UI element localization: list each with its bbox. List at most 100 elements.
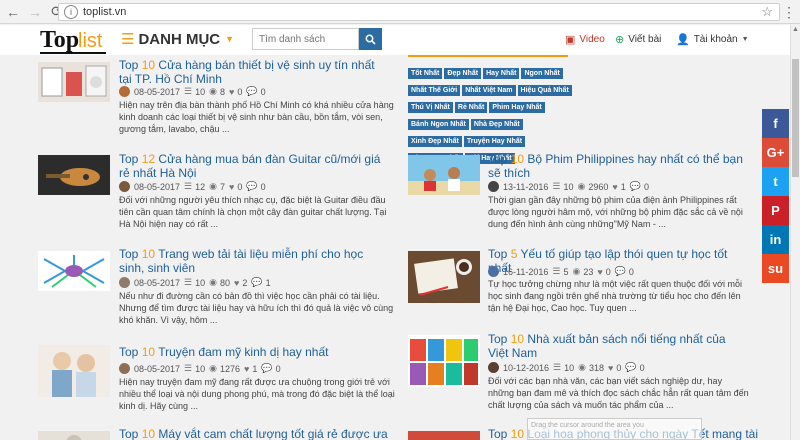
url-text: toplist.vn bbox=[83, 6, 127, 18]
page-scrollbar[interactable]: ▲ bbox=[790, 25, 800, 440]
logo-underline bbox=[40, 52, 106, 54]
article-title[interactable]: Top 10 Truyện đam mỹ kinh dị hay nhất bbox=[119, 345, 381, 359]
article-description: Đối với những người yêu thích nhạc cụ, đ… bbox=[119, 195, 387, 229]
list-icon: ☰ bbox=[553, 362, 562, 372]
avatar[interactable] bbox=[488, 266, 499, 277]
article-thumbnail[interactable] bbox=[38, 62, 110, 102]
stumbleupon-icon[interactable]: su bbox=[762, 254, 789, 283]
avatar[interactable] bbox=[488, 181, 499, 192]
info-icon[interactable]: i bbox=[64, 5, 78, 19]
scrollbar-thumb[interactable] bbox=[792, 59, 799, 177]
caret-down-icon: ▼ bbox=[741, 36, 749, 43]
article-thumbnail[interactable] bbox=[38, 430, 110, 440]
tag-link[interactable]: Nhà Đẹp Nhất bbox=[470, 119, 523, 130]
tag-link[interactable]: Xinh Đẹp Nhất bbox=[408, 136, 462, 147]
list-icon: ☰ bbox=[552, 181, 561, 191]
like-count: 0 bbox=[237, 181, 243, 192]
article-thumbnail[interactable] bbox=[408, 155, 480, 195]
article-thumbnail[interactable] bbox=[408, 430, 480, 440]
tag-link[interactable]: Ngon Nhất bbox=[521, 68, 563, 79]
article-title[interactable]: Top 10 Cửa hàng bán thiết bị vệ sinh uy … bbox=[119, 58, 381, 86]
avatar[interactable] bbox=[488, 362, 499, 373]
tag-link[interactable]: Truyện Hay Nhất bbox=[463, 136, 526, 147]
search-box bbox=[252, 28, 382, 50]
article-date: 08-05-2017 bbox=[134, 86, 181, 97]
view-count: 8 bbox=[220, 86, 226, 97]
tag-link[interactable]: Nhất Thế Giới bbox=[408, 85, 461, 96]
video-link[interactable]: ▣ Video bbox=[565, 33, 605, 46]
list-icon: ☰ bbox=[184, 363, 193, 373]
logo-list-text: list bbox=[78, 30, 103, 52]
write-post-label: Viết bài bbox=[628, 34, 662, 45]
eye-icon: ◉ bbox=[209, 181, 217, 191]
avatar[interactable] bbox=[119, 181, 130, 192]
tag-link[interactable]: Hiệu Quả Nhất bbox=[517, 85, 572, 96]
scroll-up-icon[interactable]: ▲ bbox=[792, 26, 799, 33]
search-button[interactable] bbox=[359, 28, 382, 50]
search-icon bbox=[365, 34, 376, 45]
heart-icon: ♥ bbox=[612, 181, 618, 192]
article-title[interactable]: Top 10 Bộ Phim Philippines hay nhất có t… bbox=[488, 152, 748, 180]
forward-icon[interactable]: → bbox=[26, 3, 44, 21]
tag-link[interactable]: Nhất Việt Nam bbox=[462, 85, 516, 96]
article-meta: 16-11-2016 ☰ 5 ◉ 23 ♥ 0 💬 0 bbox=[488, 266, 638, 277]
logo-top-text: Top bbox=[40, 27, 80, 53]
toplist-logo[interactable]: Top list bbox=[40, 27, 106, 54]
article-thumbnail[interactable] bbox=[38, 251, 110, 291]
eye-icon: ◉ bbox=[209, 277, 217, 287]
eye-icon: ◉ bbox=[209, 86, 217, 96]
heart-icon: ♥ bbox=[234, 277, 240, 288]
heart-icon: ♥ bbox=[244, 363, 250, 374]
comment-icon: 💬 bbox=[246, 181, 258, 191]
tag-link[interactable]: Rẻ Nhất bbox=[454, 102, 488, 113]
drag-hint-overlay: Drag the cursor around the area you bbox=[527, 418, 702, 440]
address-bar[interactable]: i toplist.vn ☆ bbox=[58, 3, 780, 21]
pinterest-icon[interactable]: P bbox=[762, 196, 789, 225]
facebook-icon[interactable]: f bbox=[762, 109, 789, 138]
like-count: 0 bbox=[605, 266, 611, 277]
tag-link[interactable]: Đẹp Nhất bbox=[444, 68, 482, 79]
comment-icon: 💬 bbox=[251, 277, 263, 287]
article-date: 08-05-2017 bbox=[134, 181, 181, 192]
kebab-menu-icon[interactable]: ⋮ bbox=[782, 4, 796, 20]
tag-link[interactable]: Tốt Nhất bbox=[408, 68, 443, 79]
twitter-icon[interactable]: t bbox=[762, 167, 789, 196]
tag-link[interactable]: Phim Hay Nhất bbox=[489, 102, 545, 113]
tag-link[interactable]: Thú Vị Nhất bbox=[408, 102, 453, 113]
category-menu-button[interactable]: ☰ DANH MỤC ▼ bbox=[121, 30, 234, 49]
article-description: Thời gian gần đây những bộ phim của điện… bbox=[488, 195, 743, 229]
star-icon[interactable]: ☆ bbox=[761, 4, 773, 20]
item-count: 10 bbox=[564, 362, 575, 373]
item-count: 10 bbox=[563, 181, 574, 192]
article-thumbnail[interactable] bbox=[408, 335, 480, 387]
article-title[interactable]: Top 10 Trang web tải tài liệu miễn phí c… bbox=[119, 247, 381, 275]
write-post-link[interactable]: ⊕ Viết bài bbox=[615, 33, 661, 46]
article-thumbnail[interactable] bbox=[408, 251, 480, 303]
account-menu[interactable]: 👤 Tài khoản ▼ bbox=[676, 33, 749, 46]
google-plus-icon[interactable]: G+ bbox=[762, 138, 789, 167]
article-title[interactable]: Top 10 Máy vắt cam chất lượng tốt giá rẻ… bbox=[119, 427, 388, 440]
linkedin-icon[interactable]: in bbox=[762, 225, 789, 254]
article-date: 16-11-2016 bbox=[503, 266, 549, 277]
comment-count: 0 bbox=[639, 362, 645, 373]
view-count: 23 bbox=[583, 266, 594, 277]
comment-count: 0 bbox=[275, 363, 281, 374]
tag-link[interactable]: Hay Nhất bbox=[483, 68, 520, 79]
video-label: Video bbox=[579, 34, 605, 45]
article-title[interactable]: Top 12 Cửa hàng mua bán đàn Guitar cũ/mớ… bbox=[119, 152, 381, 180]
comment-icon: 💬 bbox=[614, 266, 626, 276]
article-thumbnail[interactable] bbox=[38, 345, 110, 397]
tag-link[interactable]: Bánh Ngon Nhất bbox=[408, 119, 469, 130]
like-count: 1 bbox=[620, 181, 626, 192]
comment-count: 0 bbox=[260, 181, 266, 192]
article-title[interactable]: Top 10 Nhà xuất bản sách nổi tiếng nhất … bbox=[488, 332, 748, 360]
avatar[interactable] bbox=[119, 277, 130, 288]
back-icon[interactable]: ← bbox=[4, 3, 22, 21]
eye-icon: ◉ bbox=[578, 362, 586, 372]
search-input[interactable] bbox=[252, 28, 359, 50]
avatar[interactable] bbox=[119, 86, 130, 97]
article-thumbnail[interactable] bbox=[38, 155, 110, 195]
comment-icon: 💬 bbox=[246, 86, 258, 96]
view-count: 1276 bbox=[220, 363, 241, 374]
avatar[interactable] bbox=[119, 363, 130, 374]
